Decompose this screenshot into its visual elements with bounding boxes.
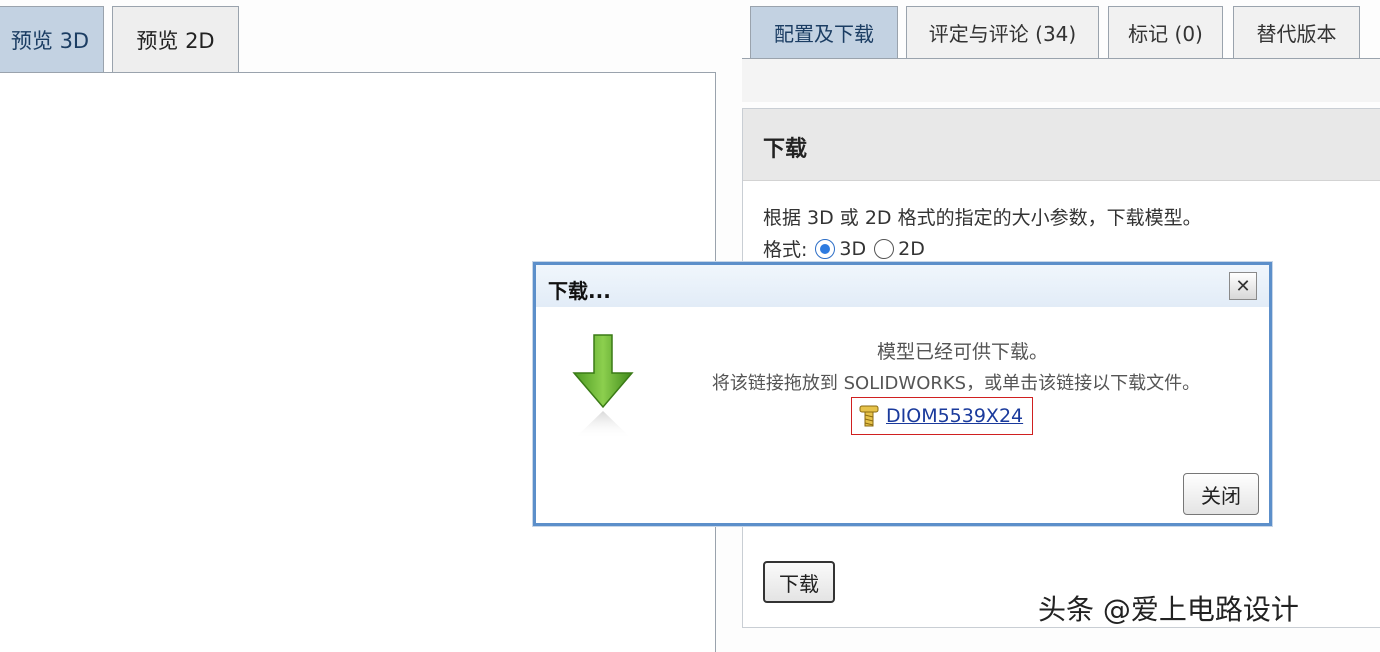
dialog-close-button[interactable]: 关闭 [1183,473,1259,515]
dialog-close-icon[interactable]: ✕ [1229,272,1257,300]
tab-preview-3d[interactable]: 预览 3D [0,6,104,72]
download-button[interactable]: 下载 [763,561,835,603]
format-row: 格式: 3D 2D [763,235,925,262]
file-link-highlight: DIOM5539X24 [851,397,1033,435]
download-description: 根据 3D 或 2D 格式的指定的大小参数，下载模型。 [763,207,1202,229]
dialog-message: 模型已经可供下载。 [876,341,1048,363]
dialog-titlebar: 下载... ✕ [536,265,1269,307]
dialog-instruction: 将该链接拖放到 SOLIDWORKS，或单击该链接以下载文件。 [711,373,1201,394]
format-radio-2d[interactable] [874,238,895,259]
screw-icon [859,405,879,427]
download-dialog: 下载... ✕ 模型已经可供下载。 将该链接拖放到 SOLIDWORKS，或单击… [533,262,1272,526]
dialog-title: 下载... [548,279,611,303]
tab-reviews[interactable]: 评定与评论 (34) [906,6,1099,58]
format-option-2d-label[interactable]: 2D [898,238,925,260]
format-option-3d-label[interactable]: 3D [839,238,866,260]
format-radio-3d[interactable] [815,238,836,259]
tab-config-download[interactable]: 配置及下载 [750,6,898,58]
tab-alternates[interactable]: 替代版本 [1233,6,1360,58]
download-panel-header: 下载 [743,109,1380,181]
tab-content-strip [742,58,1380,102]
format-label: 格式: [763,239,808,261]
tab-tags[interactable]: 标记 (0) [1108,6,1223,58]
download-panel-title: 下载 [763,137,808,162]
tab-preview-2d[interactable]: 预览 2D [112,6,239,72]
watermark: 头条 @爱上电路设计 [1038,593,1299,626]
file-download-link[interactable]: DIOM5539X24 [886,405,1023,427]
